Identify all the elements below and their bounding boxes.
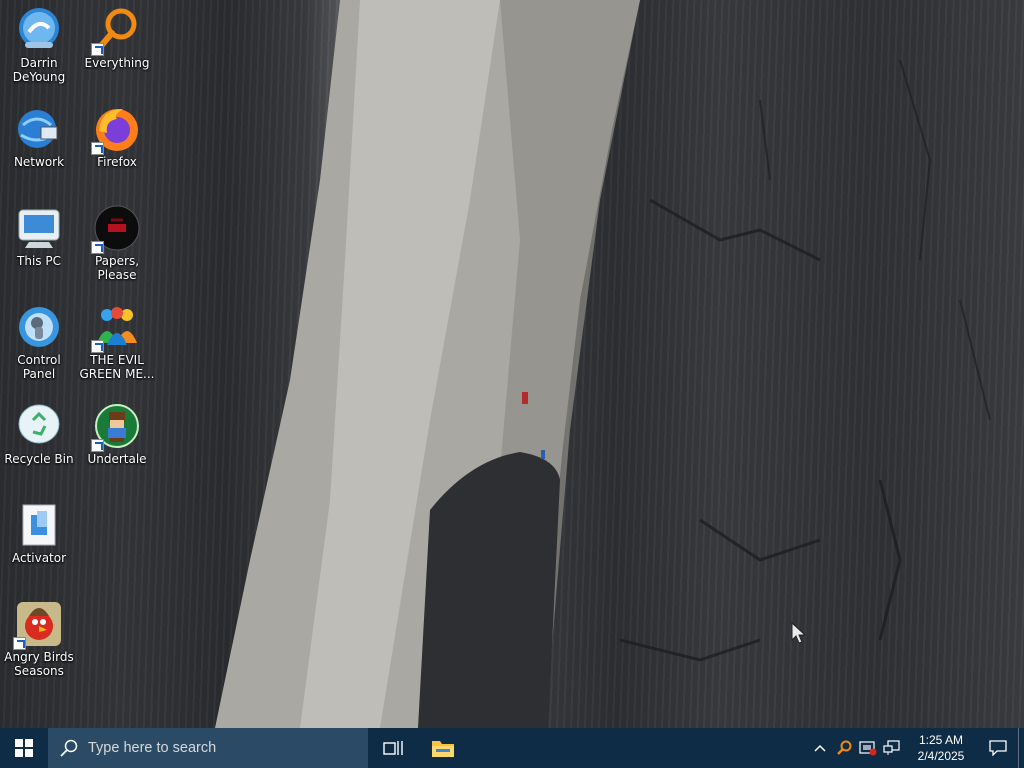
- system-tray: 1:25 AM 2/4/2025: [808, 728, 1024, 768]
- desktop-icon-label: THE EVIL GREEN ME...: [79, 353, 155, 381]
- desktop-icon-label: Angry Birds Seasons: [4, 650, 74, 678]
- clock-date: 2/4/2025: [917, 749, 965, 763]
- search-icon: [60, 739, 78, 757]
- shortcut-arrow-icon: [91, 439, 104, 452]
- task-view-icon: [383, 741, 403, 755]
- desktop-icon-undertale[interactable]: Undertale: [78, 402, 156, 466]
- file-explorer-folder-icon: [432, 741, 454, 757]
- desktop-icon-recycle-bin[interactable]: Recycle Bin: [0, 402, 78, 466]
- show-desktop-button[interactable]: [1018, 728, 1024, 768]
- desktop-icon-label: Undertale: [87, 452, 147, 466]
- messenger-people-icon: [91, 303, 141, 353]
- shortcut-arrow-icon: [91, 340, 104, 353]
- network-globe-icon: [15, 105, 63, 153]
- windows-logo-icon: [15, 739, 33, 757]
- tray-everything[interactable]: [832, 728, 856, 768]
- shortcut-arrow-icon: [13, 637, 26, 650]
- network-monitor-icon: [883, 740, 900, 755]
- desktop-icon-papers-please[interactable]: Papers, Please: [78, 204, 156, 282]
- desktop-icon-label: Control Panel: [17, 353, 61, 381]
- control-panel-icon: [15, 303, 63, 351]
- tray-network[interactable]: [880, 728, 904, 768]
- desktop-icon-label: Recycle Bin: [4, 452, 74, 466]
- desktop-icon-this-pc[interactable]: This PC: [0, 204, 78, 268]
- desktop-icon-firefox[interactable]: Firefox: [78, 105, 156, 169]
- desktop-icon-label: Network: [13, 155, 65, 169]
- file-explorer-button[interactable]: [418, 728, 468, 768]
- taskbar: 1:25 AM 2/4/2025: [0, 728, 1024, 768]
- desktop-icon-activator[interactable]: Activator: [0, 501, 78, 565]
- magnifier-orange-icon: [837, 740, 852, 755]
- shortcut-arrow-icon: [91, 142, 104, 155]
- shortcut-arrow-icon: [91, 241, 104, 254]
- activator-file-icon: [15, 501, 63, 549]
- desktop-icon-label: Activator: [11, 551, 67, 565]
- taskbar-clock[interactable]: 1:25 AM 2/4/2025: [904, 732, 978, 764]
- start-button[interactable]: [0, 728, 48, 768]
- recycle-bin-icon: [15, 402, 63, 450]
- mouse-pointer-icon: [791, 621, 807, 650]
- desktop-icon-user-folder[interactable]: Darrin DeYoung: [0, 6, 78, 84]
- chevron-up-icon: [814, 744, 826, 752]
- taskbar-search-box[interactable]: [48, 728, 368, 768]
- task-view-button[interactable]: [368, 728, 418, 768]
- desktop-icon-label: Firefox: [97, 155, 137, 169]
- desktop-icon-control-panel[interactable]: Control Panel: [0, 303, 78, 381]
- clock-time: 1:25 AM: [918, 733, 964, 747]
- angry-birds-icon: [13, 600, 63, 650]
- shortcut-arrow-icon: [91, 43, 104, 56]
- show-hidden-icons-button[interactable]: [808, 728, 832, 768]
- tray-security[interactable]: [856, 728, 880, 768]
- papers-please-icon: [91, 204, 141, 254]
- security-alert-icon: [859, 741, 877, 756]
- action-center-button[interactable]: [978, 728, 1018, 768]
- computer-icon: [15, 204, 63, 252]
- firefox-icon: [91, 105, 141, 155]
- desktop-icon-network[interactable]: Network: [0, 105, 78, 169]
- desktop-icon-label: Papers, Please: [94, 254, 140, 282]
- search-input[interactable]: [86, 739, 360, 757]
- desktop-icon-evil-green-messenger[interactable]: THE EVIL GREEN ME...: [78, 303, 156, 381]
- undertale-icon: [91, 402, 141, 452]
- desktop-icon-label: Darrin DeYoung: [12, 56, 66, 84]
- desktop-icon-angry-birds[interactable]: Angry Birds Seasons: [0, 600, 78, 678]
- desktop-icon-label: Everything: [84, 56, 150, 70]
- desktop-icon-everything[interactable]: Everything: [78, 6, 156, 70]
- magnifier-orange-icon: [91, 6, 141, 56]
- desktop-icon-label: This PC: [17, 254, 61, 268]
- user-folder-icon: [15, 6, 63, 54]
- notification-icon: [989, 740, 1007, 756]
